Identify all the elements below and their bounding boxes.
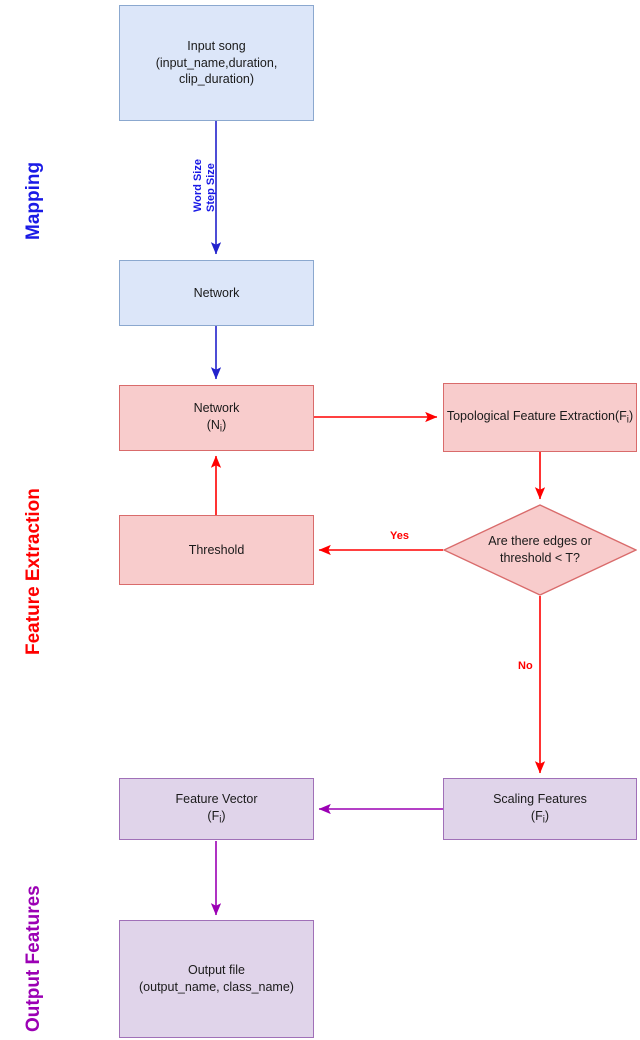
- node-scaling-features-line2-end: ): [544, 809, 550, 824]
- node-output-file-line1: Output file: [188, 963, 245, 978]
- node-output-file[interactable]: Output file (output_name, class_name): [119, 920, 314, 1038]
- node-topological-label-end: ): [628, 409, 634, 424]
- node-input-song-line2: (input_name,duration,: [155, 55, 278, 70]
- edge-label-no: No: [518, 660, 533, 672]
- edge-label-step-size: Step Size: [205, 163, 217, 212]
- node-output-file-line2: (output_name, class_name): [139, 980, 294, 994]
- node-topological-feature-extraction[interactable]: Topological Feature Extraction(Fi): [443, 383, 637, 452]
- node-feature-vector[interactable]: Feature Vector (Fi): [119, 778, 314, 840]
- node-network-ni-line1: Network: [193, 401, 240, 416]
- node-network-ni-line2: (N: [206, 418, 220, 433]
- node-network[interactable]: Network: [119, 260, 314, 326]
- node-feature-vector-line2: (F: [207, 809, 220, 824]
- node-topological-label: Topological Feature Extraction(F: [446, 409, 627, 424]
- node-decision-line2: threshold < T?: [499, 551, 580, 565]
- flowchart-canvas: Mapping Feature Extraction Output Featur…: [0, 0, 640, 1040]
- edge-label-yes: Yes: [390, 530, 409, 542]
- node-decision-edges-threshold[interactable]: Are there edges or threshold < T?: [443, 504, 637, 596]
- node-feature-vector-line1: Feature Vector: [175, 792, 258, 807]
- node-network-ni-line2-end: ): [222, 418, 227, 433]
- lane-label-output-features: Output Features: [23, 885, 44, 1032]
- node-scaling-features-line1: Scaling Features: [493, 792, 587, 807]
- node-threshold-label: Threshold: [188, 542, 245, 557]
- node-network-ni[interactable]: Network (Ni): [119, 385, 314, 451]
- edge-label-word-size: Word Size: [192, 159, 204, 212]
- node-scaling-features-line2: (F: [530, 809, 543, 824]
- node-threshold[interactable]: Threshold: [119, 515, 314, 585]
- node-feature-vector-line2-end: ): [221, 809, 226, 824]
- lane-label-feature-extraction: Feature Extraction: [23, 488, 44, 655]
- node-scaling-features[interactable]: Scaling Features (Fi): [443, 778, 637, 840]
- node-input-song-line1: Input song: [187, 38, 246, 53]
- node-decision-line1: Are there edges or: [488, 534, 592, 549]
- node-input-song[interactable]: Input song (input_name,duration, clip_du…: [119, 5, 314, 121]
- lane-label-mapping: Mapping: [23, 161, 44, 240]
- node-network-label: Network: [193, 285, 240, 300]
- node-input-song-line3: clip_duration): [178, 72, 255, 87]
